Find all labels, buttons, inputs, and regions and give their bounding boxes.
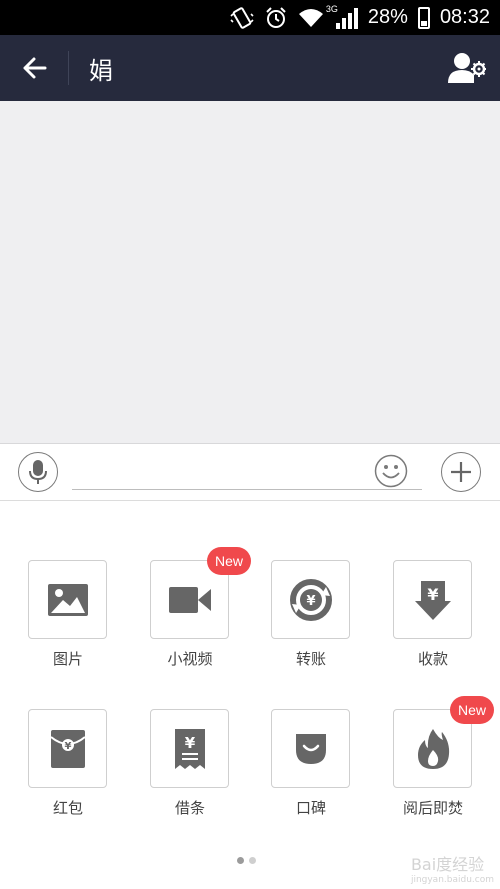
tile-red-envelope[interactable]: ¥ 红包: [28, 709, 107, 818]
network-type: 3G: [325, 3, 338, 14]
tile-label: 收款: [417, 650, 448, 668]
tile-label: 转账: [295, 650, 326, 668]
input-bar: [0, 444, 500, 501]
profile-settings-button[interactable]: [448, 51, 487, 85]
tile-receive-box: ¥: [393, 560, 472, 639]
status-bar: 3G 28% 08:32: [0, 0, 500, 35]
watermark-text: Bai度经验: [410, 855, 485, 874]
svg-text:¥: ¥: [184, 734, 195, 752]
wifi-icon: [298, 6, 324, 30]
transfer-icon: ¥: [289, 578, 332, 621]
tile-label: 小视频: [167, 650, 213, 668]
tile-label: 红包: [52, 799, 83, 817]
svg-text:¥: ¥: [64, 741, 71, 752]
tile-transfer[interactable]: ¥ 转账: [271, 560, 350, 669]
tile-label: 阅后即焚: [402, 799, 463, 817]
tile-label: 口碑: [295, 799, 326, 817]
tile-koubei[interactable]: 口碑: [271, 709, 350, 818]
iou-receipt-icon: ¥: [174, 728, 205, 769]
emoji-button[interactable]: [374, 454, 408, 488]
vibrate-icon: [230, 6, 254, 30]
chat-title: 娟: [89, 56, 113, 85]
signal-icon: 3G: [326, 4, 358, 30]
back-arrow-icon: [23, 57, 47, 79]
image-icon: [47, 583, 88, 616]
tile-video[interactable]: 小视频 New: [150, 547, 251, 669]
tile-red-envelope-box: ¥: [28, 709, 107, 788]
tile-koubei-box: [271, 709, 350, 788]
page-indicator: [237, 857, 256, 864]
plus-icon: [451, 462, 471, 482]
page-dot-active: [237, 857, 244, 864]
alarm-icon: [264, 6, 288, 30]
watermark-logo: Bai度经验 jingyan.baidu.com: [411, 851, 494, 885]
tile-label: 借条: [174, 799, 205, 817]
new-badge: New: [206, 547, 251, 575]
tile-transfer-box: ¥: [271, 560, 350, 639]
emoji-icon: [374, 454, 408, 488]
more-functions-button[interactable]: [441, 452, 481, 492]
title-divider: [68, 51, 69, 85]
microphone-icon: [29, 460, 47, 484]
svg-text:¥: ¥: [427, 585, 438, 604]
svg-text:¥: ¥: [306, 594, 315, 609]
tile-label: 图片: [52, 650, 83, 668]
burn-after-reading-icon: [417, 728, 449, 769]
watermark-url: jingyan.baidu.com: [410, 875, 494, 885]
profile-settings-icon: [448, 53, 487, 83]
title-bar: 娟: [0, 35, 500, 101]
back-button[interactable]: [0, 35, 68, 101]
page-dot: [249, 857, 256, 864]
koubei-icon: [295, 733, 326, 764]
tile-burn-after-reading[interactable]: 阅后即焚 New: [393, 696, 494, 818]
tile-iou-box: ¥: [150, 709, 229, 788]
battery-icon: [417, 6, 430, 29]
tile-image-box: [28, 560, 107, 639]
receive-money-icon: ¥: [414, 580, 451, 620]
video-camera-icon: [168, 586, 211, 613]
tile-receive[interactable]: ¥ 收款: [393, 560, 472, 669]
chat-message-area[interactable]: [0, 101, 500, 444]
voice-input-button[interactable]: [18, 452, 58, 492]
clock: 08:32: [439, 6, 490, 28]
tile-iou[interactable]: ¥ 借条: [150, 709, 229, 818]
message-input[interactable]: [72, 454, 422, 490]
new-badge: New: [449, 696, 494, 724]
function-panel: 图片 小视频 New ¥ 转账 ¥ 收款 ¥ 红包 ¥ 借条 口碑 阅后即焚 N…: [0, 501, 500, 889]
battery-percent: 28%: [367, 6, 408, 28]
tile-image[interactable]: 图片: [28, 560, 107, 669]
red-envelope-icon: ¥: [49, 729, 86, 768]
